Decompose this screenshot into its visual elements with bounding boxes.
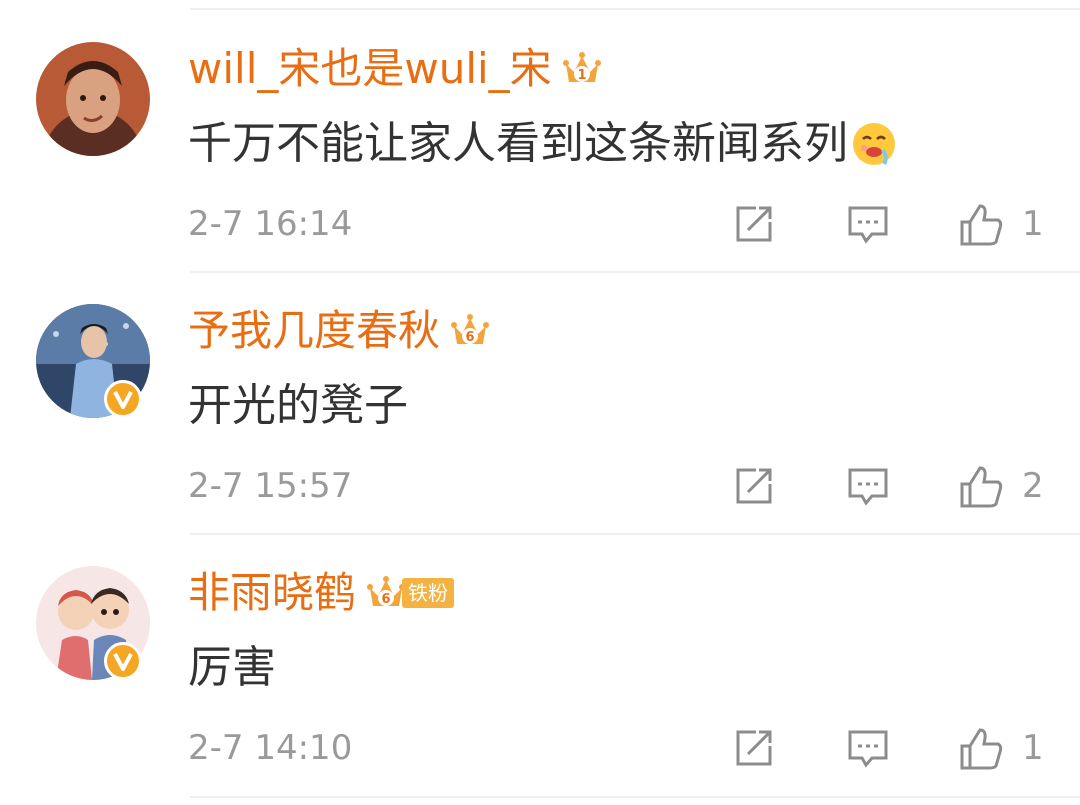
- crown-icon: 1: [562, 52, 601, 83]
- comment-text: 厉害: [188, 636, 276, 700]
- comment-text-content: 开光的凳子: [188, 380, 408, 431]
- comment-item-2: 予我几度春秋 6 开光的凳子 2-7 15:57 2: [0, 262, 1080, 524]
- thumbs-up-icon: [960, 466, 1003, 508]
- drooling-face-emoji: [853, 123, 895, 166]
- like-button[interactable]: [958, 202, 1003, 246]
- member-badges: 6: [450, 312, 490, 350]
- comment-text-content: 厉害: [188, 642, 276, 693]
- crown-icon: 6: [451, 314, 490, 345]
- username[interactable]: 予我几度春秋 6: [188, 304, 490, 358]
- comment-item-1: will_宋也是wuli_宋 1 千万不能让家人看到这条新闻系列 2-7 16:…: [0, 0, 1080, 262]
- share-button[interactable]: [732, 726, 776, 770]
- reply-button[interactable]: [846, 464, 890, 508]
- reply-button[interactable]: [846, 202, 890, 246]
- member-badges: 6 铁粉: [366, 574, 455, 612]
- comment-text: 千万不能让家人看到这条新闻系列: [188, 112, 898, 176]
- reply-button[interactable]: [846, 726, 890, 770]
- comment-time: 2-7 15:57: [188, 466, 353, 506]
- share-button[interactable]: [732, 202, 776, 246]
- username-text[interactable]: 非雨晓鹤: [188, 566, 356, 620]
- verified-badge: [104, 642, 142, 680]
- bottom-divider: [190, 796, 1080, 798]
- member-badges: 1: [562, 50, 602, 88]
- crown-level: 1: [577, 68, 586, 83]
- comment-icon: [848, 730, 888, 768]
- username[interactable]: will_宋也是wuli_宋 1: [188, 42, 602, 96]
- avatar-image: [36, 42, 150, 156]
- share-icon: [736, 206, 772, 242]
- verified-badge: [104, 380, 142, 418]
- comment-icon: [848, 468, 888, 506]
- fan-tag: 铁粉: [402, 578, 455, 608]
- comment-time: 2-7 14:10: [188, 728, 353, 768]
- crown-level: 6: [465, 330, 474, 345]
- verified-v-icon: [113, 391, 133, 409]
- share-icon: [736, 730, 772, 766]
- like-count: 1: [1022, 728, 1044, 768]
- comment-text: 开光的凳子: [188, 374, 408, 438]
- share-button[interactable]: [732, 464, 776, 508]
- share-icon: [736, 468, 772, 504]
- thumbs-up-icon: [960, 728, 1003, 770]
- comment-icon: [848, 206, 888, 244]
- username-text[interactable]: 予我几度春秋: [188, 304, 440, 358]
- comment-time: 2-7 16:14: [188, 204, 353, 244]
- like-count: 2: [1022, 466, 1044, 506]
- like-button[interactable]: [958, 726, 1003, 770]
- like-count: 1: [1022, 204, 1044, 244]
- crown-icon: 6: [367, 576, 406, 607]
- verified-v-icon: [113, 653, 133, 671]
- comment-text-content: 千万不能让家人看到这条新闻系列: [188, 118, 848, 169]
- comment-item-3: 非雨晓鹤 6 铁粉 厉害 2-7 14:10 1: [0, 524, 1080, 786]
- username-text[interactable]: will_宋也是wuli_宋: [188, 42, 552, 96]
- username[interactable]: 非雨晓鹤 6 铁粉: [188, 566, 455, 620]
- thumbs-up-icon: [960, 204, 1003, 246]
- avatar[interactable]: [36, 42, 150, 156]
- like-button[interactable]: [958, 464, 1003, 508]
- crown-level: 6: [381, 592, 390, 607]
